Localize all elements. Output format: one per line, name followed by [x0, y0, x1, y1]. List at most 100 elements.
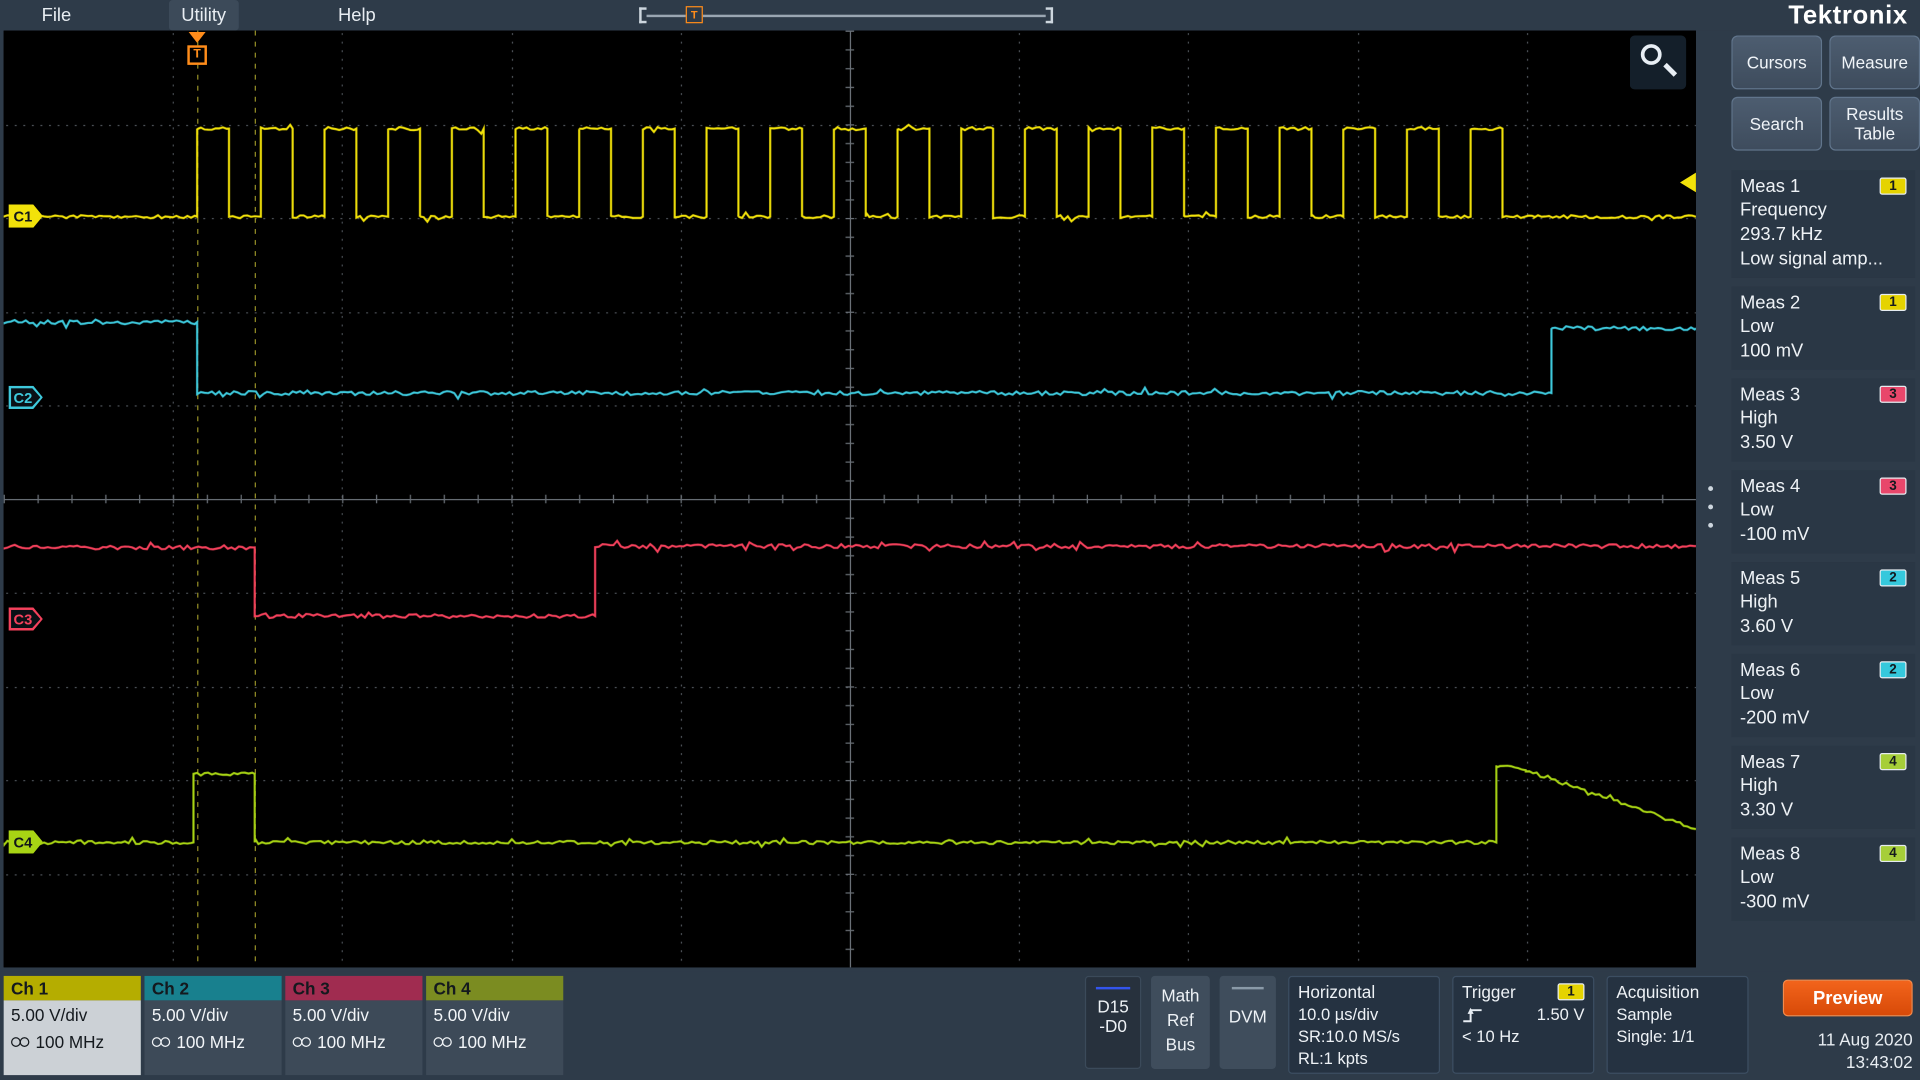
results-table-button[interactable]: Results Table — [1829, 97, 1920, 151]
oscilloscope-screen: File Utility Help T Tektronix T C1 C2 — [0, 0, 1920, 1080]
trigger-title: Trigger — [1462, 980, 1516, 1004]
meas-badge: 4 — [1880, 845, 1907, 862]
brand-logo: Tektronix — [1788, 0, 1907, 31]
sidebar-buttons: Cursors Measure Search Results Table — [1719, 31, 1920, 151]
meas-panel-4[interactable]: Meas 4 3 Low -100 mV — [1731, 470, 1915, 553]
acquisition-panel[interactable]: Acquisition Sample Single: 1/1 — [1607, 976, 1749, 1074]
time-text: 13:43:02 — [1818, 1051, 1913, 1073]
digital-label-2: -D0 — [1086, 1016, 1140, 1036]
channel-bandwidth: 100 MHz — [36, 1032, 105, 1052]
meas-line: -100 mV — [1740, 523, 1907, 547]
channel-vdiv: 5.00 V/div — [11, 1005, 133, 1025]
channel-label: Ch 1 — [4, 976, 141, 1000]
search-button[interactable]: Search — [1731, 97, 1822, 151]
date-text: 11 Aug 2020 — [1818, 1029, 1913, 1051]
meas-panel-5[interactable]: Meas 5 2 High 3.60 V — [1731, 562, 1915, 645]
waveform-area[interactable]: T C1 C2 C3 C4 — [4, 31, 1696, 968]
panel-drag-handle[interactable] — [1706, 486, 1716, 528]
meas-badge: 4 — [1880, 753, 1907, 770]
meas-line: Low — [1740, 866, 1907, 890]
meas-title: Meas 8 — [1740, 843, 1800, 864]
meas-panel-7[interactable]: Meas 7 4 High 3.30 V — [1731, 746, 1915, 829]
meas-line: High — [1740, 590, 1907, 614]
channel-marker-c1[interactable]: C1 — [9, 204, 43, 227]
meas-panel-1[interactable]: Meas 1 1 Frequency 293.7 kHz Low signal … — [1731, 170, 1915, 278]
measurement-list: Meas 1 1 Frequency 293.7 kHz Low signal … — [1719, 170, 1920, 921]
horizontal-panel[interactable]: Horizontal 10.0 µs/div SR:10.0 MS/s RL:1… — [1288, 976, 1440, 1074]
menu-utility[interactable]: Utility — [169, 0, 238, 31]
meas-line: -300 mV — [1740, 890, 1907, 914]
acquisition-mode: Sample — [1616, 1004, 1738, 1026]
meas-badge: 3 — [1880, 478, 1907, 495]
bus-label: Bus — [1151, 1032, 1210, 1056]
bandwidth-icon — [152, 1037, 170, 1047]
meas-line: Low — [1740, 498, 1907, 522]
channel-marker-label: C3 — [9, 607, 43, 630]
record-trigger-marker[interactable]: T — [686, 6, 703, 23]
channel-vdiv: 5.00 V/div — [152, 1005, 274, 1025]
meas-panel-3[interactable]: Meas 3 3 High 3.50 V — [1731, 378, 1915, 461]
channel-badge-ch2[interactable]: Ch 2 5.00 V/div 100 MHz — [144, 976, 281, 1075]
bandwidth-icon — [433, 1037, 451, 1047]
record-bracket-right — [1046, 7, 1053, 23]
edge-trigger-icon — [1462, 1007, 1484, 1024]
channel-bandwidth: 100 MHz — [176, 1032, 245, 1052]
bandwidth-icon — [293, 1037, 311, 1047]
channel-bandwidth: 100 MHz — [458, 1032, 527, 1052]
record-line — [647, 14, 1046, 16]
dvm-accent-line — [1232, 987, 1264, 989]
channel-marker-label: C1 — [9, 204, 43, 227]
meas-line: 3.30 V — [1740, 798, 1907, 822]
meas-line: Frequency — [1740, 198, 1907, 222]
dvm-button[interactable]: DVM — [1220, 976, 1276, 1069]
meas-title: Meas 3 — [1740, 384, 1800, 405]
meas-title: Meas 4 — [1740, 476, 1800, 497]
channel-badge-ch1[interactable]: Ch 1 5.00 V/div 100 MHz — [4, 976, 141, 1075]
trigger-level: 1.50 V — [1537, 1004, 1585, 1026]
meas-badge: 2 — [1880, 661, 1907, 678]
menu-file[interactable]: File — [29, 0, 83, 31]
top-menu-bar: File Utility Help T Tektronix — [0, 0, 1920, 31]
dvm-label: DVM — [1220, 1007, 1276, 1027]
meas-badge: 1 — [1880, 294, 1907, 311]
trigger-level-arrow[interactable] — [1680, 173, 1696, 193]
horizontal-title: Horizontal — [1298, 980, 1375, 1004]
channel-badge-ch4[interactable]: Ch 4 5.00 V/div 100 MHz — [426, 976, 563, 1075]
channel-marker-label: C2 — [9, 386, 43, 409]
horizontal-record-length: RL:1 kpts — [1298, 1048, 1430, 1070]
waveform-display[interactable] — [4, 31, 1696, 968]
channel-vdiv: 5.00 V/div — [433, 1005, 555, 1025]
meas-line: 293.7 kHz — [1740, 223, 1907, 247]
meas-line: -200 mV — [1740, 707, 1907, 731]
trigger-badge: 1 — [1558, 983, 1585, 1000]
channel-marker-c2[interactable]: C2 — [9, 386, 43, 409]
trigger-flag: T — [187, 45, 207, 65]
meas-title: Meas 7 — [1740, 751, 1800, 772]
preview-button[interactable]: Preview — [1783, 980, 1913, 1017]
channel-marker-c3[interactable]: C3 — [9, 607, 43, 630]
menu-help[interactable]: Help — [326, 0, 388, 31]
channel-marker-c4[interactable]: C4 — [9, 830, 43, 853]
channel-label: Ch 4 — [426, 976, 563, 1000]
digital-channels-button[interactable]: D15 -D0 — [1085, 976, 1141, 1069]
meas-panel-8[interactable]: Meas 8 4 Low -300 mV — [1731, 838, 1915, 921]
meas-panel-2[interactable]: Meas 2 1 Low 100 mV — [1731, 287, 1915, 370]
meas-badge: 2 — [1880, 569, 1907, 586]
cursors-button[interactable]: Cursors — [1731, 36, 1822, 90]
trigger-position-marker[interactable]: T — [185, 32, 209, 65]
meas-line: 100 mV — [1740, 339, 1907, 363]
trigger-frequency: < 10 Hz — [1462, 1026, 1584, 1048]
meas-line: 3.60 V — [1740, 615, 1907, 639]
zoom-button[interactable] — [1630, 36, 1686, 90]
meas-title: Meas 2 — [1740, 292, 1800, 313]
math-ref-bus-button[interactable]: Math Ref Bus — [1151, 976, 1210, 1069]
ref-label: Ref — [1151, 1008, 1210, 1032]
channel-badge-ch3[interactable]: Ch 3 5.00 V/div 100 MHz — [285, 976, 422, 1075]
meas-line: Low — [1740, 682, 1907, 706]
datetime-display: 11 Aug 2020 13:43:02 — [1818, 1029, 1913, 1073]
meas-panel-6[interactable]: Meas 6 2 Low -200 mV — [1731, 654, 1915, 737]
trigger-panel[interactable]: Trigger 1 1.50 V < 10 Hz — [1452, 976, 1594, 1074]
record-view-bar[interactable]: T — [639, 6, 1053, 24]
measure-button[interactable]: Measure — [1829, 36, 1920, 90]
meas-title: Meas 6 — [1740, 659, 1800, 680]
